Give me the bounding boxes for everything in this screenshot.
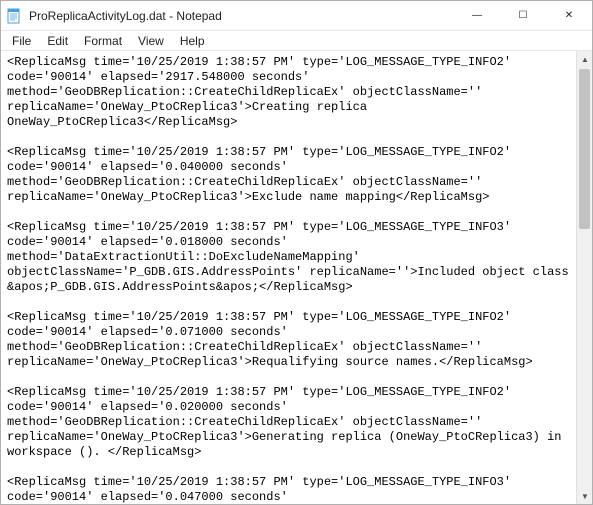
menu-help[interactable]: Help [173,33,212,49]
menu-edit[interactable]: Edit [40,33,75,49]
window-title: ProReplicaActivityLog.dat - Notepad [27,9,454,23]
menu-format[interactable]: Format [77,33,129,49]
scroll-down-icon[interactable]: ▼ [577,488,592,504]
window-controls: — ☐ ✕ [454,1,592,30]
text-content[interactable]: <ReplicaMsg time='10/25/2019 1:38:57 PM'… [1,51,576,504]
vertical-scrollbar[interactable]: ▲ ▼ [576,51,592,504]
menu-view[interactable]: View [131,33,171,49]
menubar: File Edit Format View Help [1,31,592,51]
close-button[interactable]: ✕ [546,1,592,30]
maximize-button[interactable]: ☐ [500,1,546,30]
menu-file[interactable]: File [5,33,38,49]
minimize-button[interactable]: — [454,1,500,30]
notepad-icon [1,8,27,24]
editor-area: <ReplicaMsg time='10/25/2019 1:38:57 PM'… [1,51,592,504]
notepad-window: ProReplicaActivityLog.dat - Notepad — ☐ … [0,0,593,505]
titlebar[interactable]: ProReplicaActivityLog.dat - Notepad — ☐ … [1,1,592,31]
scroll-thumb[interactable] [579,69,590,229]
scroll-up-icon[interactable]: ▲ [577,51,592,67]
